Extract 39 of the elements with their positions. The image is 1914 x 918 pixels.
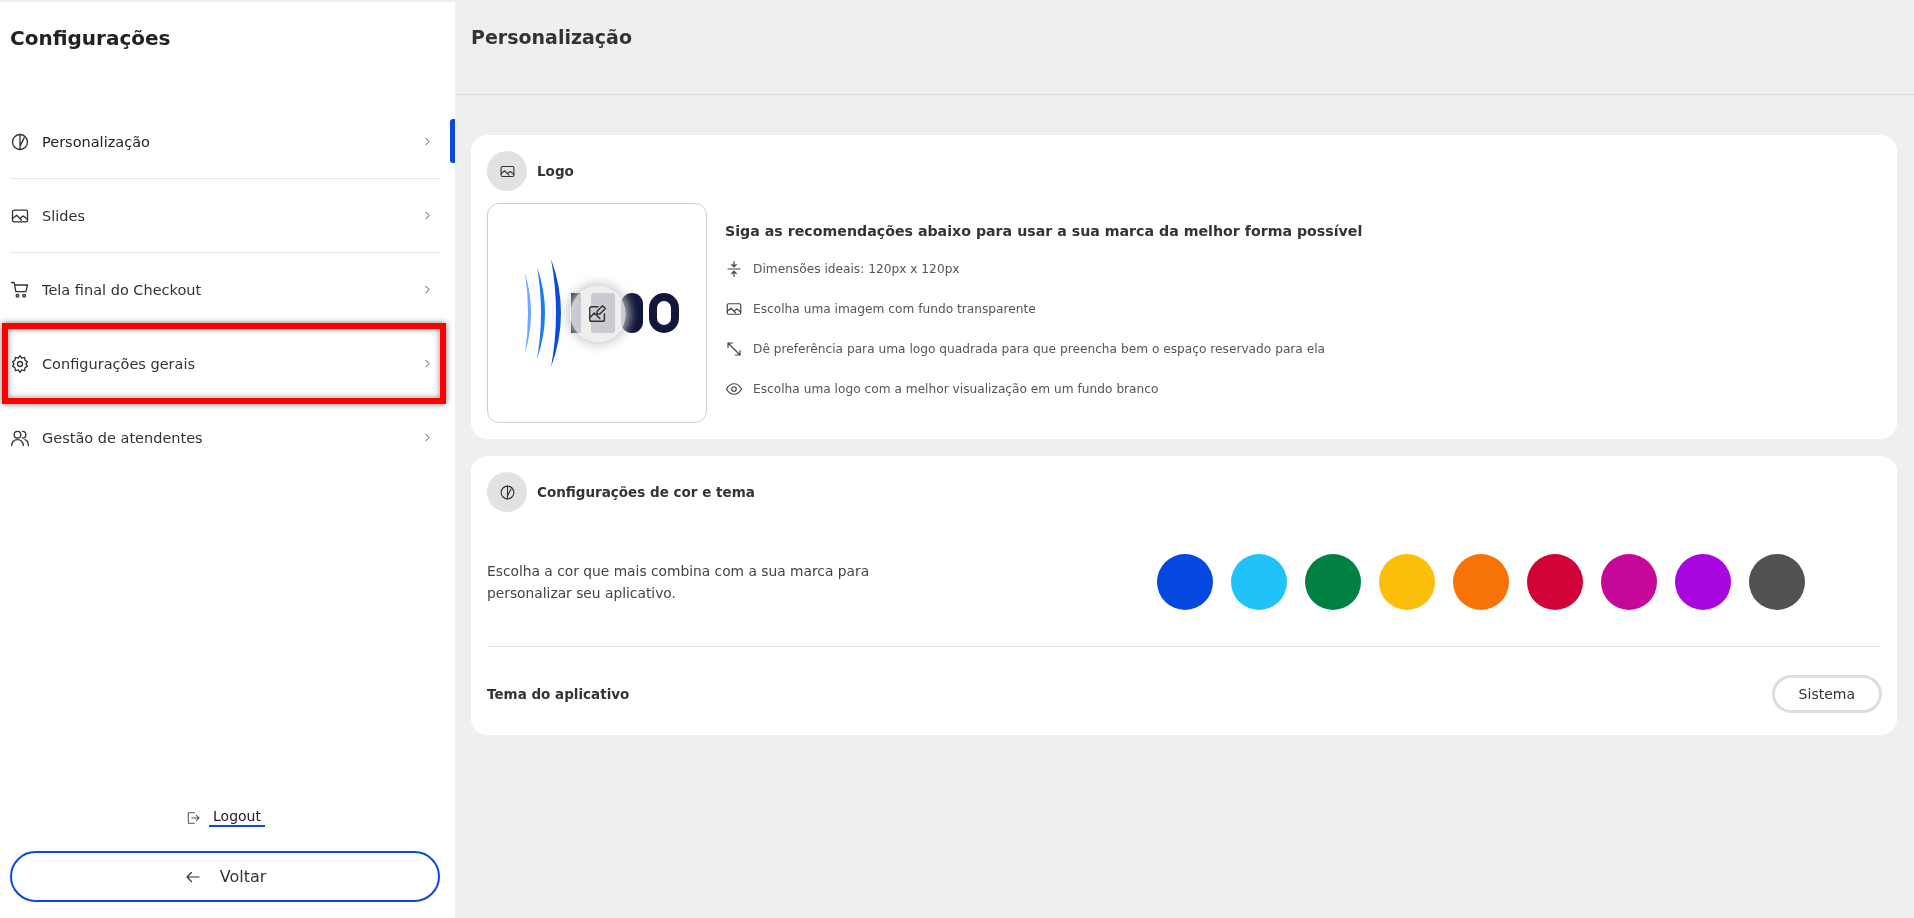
- color-swatch[interactable]: [1379, 554, 1435, 610]
- recommendation-text: Dimensões ideais: 120px x 120px: [753, 262, 960, 276]
- logout-icon: [185, 809, 202, 826]
- image-edit-icon: [587, 303, 609, 325]
- sidebar-item[interactable]: Configurações gerais: [10, 327, 455, 400]
- color-swatch[interactable]: [1305, 554, 1361, 610]
- color-swatch[interactable]: [1157, 554, 1213, 610]
- theme-button[interactable]: Sistema: [1771, 675, 1882, 713]
- color-description: Escolha a cor que mais combina com a sua marca para personalizar seu aplicativo.: [487, 562, 871, 603]
- edit-image-button[interactable]: [570, 286, 626, 342]
- recommendation-text: Escolha uma logo com a melhor visualização em um fundo branco: [753, 382, 1159, 396]
- back-button[interactable]: Voltar: [10, 851, 440, 902]
- vertical-arrows-icon: [725, 260, 743, 278]
- sidebar-item[interactable]: Slides: [10, 179, 455, 252]
- color-swatch[interactable]: [1231, 554, 1287, 610]
- color-swatch[interactable]: [1453, 554, 1509, 610]
- color-swatch[interactable]: [1675, 554, 1731, 610]
- theme-label: Tema do aplicativo: [487, 686, 630, 702]
- contrast-icon: [10, 131, 30, 152]
- diagonal-arrow-icon: [725, 340, 743, 358]
- sidebar-item[interactable]: Gestão de atendentes: [10, 401, 455, 474]
- color-swatch[interactable]: [1527, 554, 1583, 610]
- eye-icon: [725, 380, 743, 398]
- settings-icon: [10, 353, 30, 374]
- sidebar-item[interactable]: Personalização: [10, 105, 455, 178]
- recommendations-title: Siga as recomendações abaixo para usar a sua marca da melhor forma possível: [725, 223, 1363, 239]
- cart-icon: [10, 279, 30, 300]
- contrast-icon: [498, 483, 516, 501]
- image-icon: [725, 300, 743, 318]
- logout-link[interactable]: Logout: [209, 808, 265, 827]
- card-title: Logo: [537, 163, 574, 179]
- page-title: Personalização: [471, 26, 632, 48]
- color-swatch[interactable]: [1749, 554, 1805, 610]
- sidebar-item[interactable]: Tela final do Checkout: [10, 253, 455, 326]
- card-title: Configurações de cor e tema: [537, 484, 755, 500]
- recommendation-text: Dê preferência para uma logo quadrada para que preencha bem o espaço reservado para ela: [753, 342, 1326, 356]
- sidebar-title: Configurações: [10, 25, 172, 52]
- color-swatch[interactable]: [1601, 554, 1657, 610]
- recommendation-text: Escolha uma imagem com fundo transparente: [753, 302, 1036, 316]
